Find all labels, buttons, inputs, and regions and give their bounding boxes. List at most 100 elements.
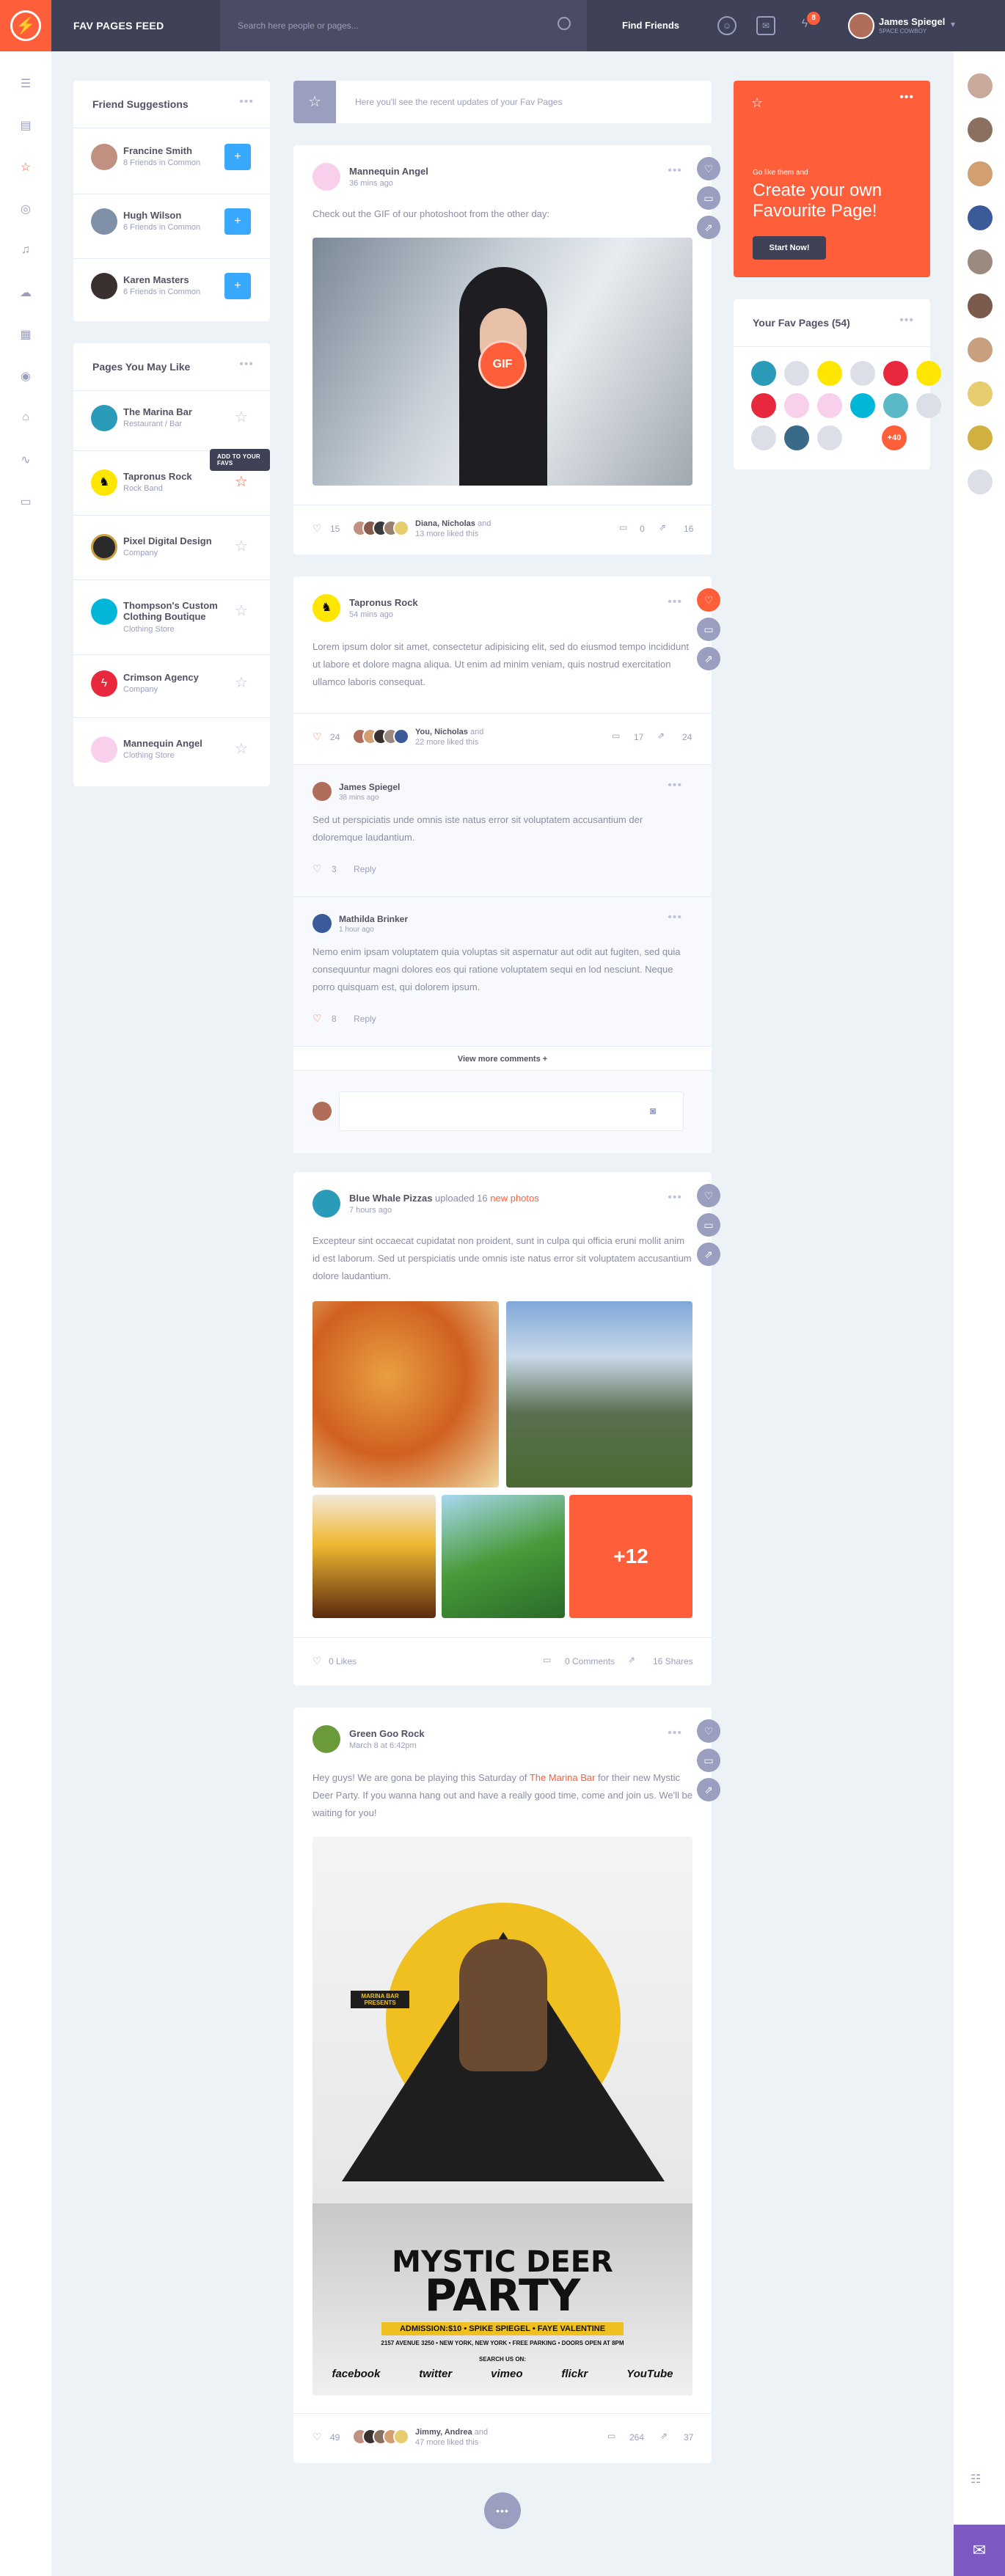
more-icon[interactable]: ••• [668, 164, 682, 178]
comment-action-icon[interactable]: ▭ [697, 1213, 720, 1237]
page-name[interactable]: Crimson Agency [123, 672, 199, 683]
camera-icon[interactable]: ◙ [650, 1105, 656, 1116]
more-photos-button[interactable]: +12 [569, 1495, 692, 1618]
photo-pizza[interactable] [313, 1301, 499, 1488]
friend-avatar[interactable] [968, 73, 993, 98]
page-name[interactable]: Tapronus Rock [123, 471, 192, 482]
fav-page-avatar[interactable] [883, 393, 908, 418]
star-icon[interactable]: ☆ [17, 160, 34, 175]
post-author[interactable]: Tapronus Rock [349, 597, 418, 608]
comments-icon[interactable]: ▭ [612, 731, 620, 741]
more-icon[interactable]: ••• [239, 358, 254, 371]
newsfeed-icon[interactable]: ▤ [17, 118, 34, 133]
badge-icon[interactable]: ◉ [17, 369, 34, 384]
fav-page-avatar[interactable] [883, 361, 908, 386]
photo-burger[interactable] [313, 1495, 436, 1618]
heart-icon[interactable]: ♡ [313, 863, 322, 875]
heart-icon[interactable]: ♡ [313, 1012, 322, 1025]
avatar[interactable] [91, 405, 117, 431]
comment-author[interactable]: James Spiegel [339, 782, 400, 792]
avatar[interactable] [313, 782, 332, 801]
start-now-button[interactable]: Start Now! [753, 236, 826, 260]
star-icon[interactable]: ☆ [235, 537, 248, 555]
post-author[interactable]: Blue Whale Pizzas [349, 1193, 432, 1204]
chat-button-icon[interactable]: ✉ [954, 2525, 1005, 2576]
share-action-icon[interactable]: ⇗ [697, 1243, 720, 1266]
party-poster-image[interactable]: MARINA BAR PRESENTS MYSTIC DEER PARTY AD… [313, 1837, 692, 2396]
share-icon[interactable]: ⇗ [628, 1655, 635, 1665]
manage-widgets-icon[interactable]: ▭ [17, 494, 34, 509]
more-fav-pages-button[interactable]: +40 [882, 425, 907, 450]
avatar[interactable]: ♞ [313, 594, 340, 622]
headphones-icon[interactable]: ♫ [17, 244, 34, 258]
fav-page-avatar[interactable] [751, 361, 776, 386]
comment-input[interactable] [339, 1091, 684, 1131]
load-more-button[interactable]: ••• [484, 2492, 521, 2529]
fav-page-avatar[interactable] [850, 393, 875, 418]
friend-name[interactable]: Francine Smith [123, 145, 192, 156]
fav-page-avatar[interactable] [850, 361, 875, 386]
heart-icon[interactable]: ♡ [313, 1655, 322, 1667]
friend-avatar[interactable] [968, 205, 993, 230]
fav-page-avatar[interactable] [784, 361, 809, 386]
page-name[interactable]: Pixel Digital Design [123, 535, 212, 546]
share-icon[interactable]: ⇗ [660, 2431, 668, 2441]
find-friends-link[interactable]: Find Friends [622, 0, 679, 51]
heart-action-icon[interactable]: ♡ [697, 157, 720, 180]
comment-action-icon[interactable]: ▭ [697, 618, 720, 641]
liked-names[interactable]: Diana, Nicholas [415, 519, 475, 528]
stats-icon[interactable]: ∿ [17, 453, 34, 467]
fav-page-avatar[interactable] [817, 361, 842, 386]
photo-mountains[interactable] [506, 1301, 692, 1488]
fav-page-avatar[interactable] [817, 393, 842, 418]
comments-icon[interactable]: ▭ [619, 522, 627, 533]
post-author[interactable]: Green Goo Rock [349, 1728, 425, 1739]
avatar[interactable] [313, 1190, 340, 1218]
comment-action-icon[interactable]: ▭ [697, 186, 720, 210]
logo[interactable]: ⚡ [0, 0, 51, 51]
photo-palm[interactable] [442, 1495, 565, 1618]
share-action-icon[interactable]: ⇗ [697, 647, 720, 670]
liked-names[interactable]: Jimmy, Andrea [415, 2428, 472, 2437]
gif-play-button[interactable]: GIF [478, 340, 527, 389]
avatar[interactable] [91, 144, 117, 170]
star-icon[interactable]: ☆ [235, 739, 248, 758]
fav-page-avatar[interactable] [751, 425, 776, 450]
settings-list-icon[interactable]: ☷ [971, 2472, 981, 2487]
friend-avatar[interactable] [968, 249, 993, 274]
user-name[interactable]: James Spiegel [879, 16, 945, 27]
more-icon[interactable]: ••• [668, 596, 682, 609]
page-name[interactable]: Mannequin Angel [123, 738, 202, 749]
friend-avatar[interactable] [968, 425, 993, 450]
star-icon[interactable]: ☆ [235, 408, 248, 426]
chat-messages-icon[interactable]: ✉ [756, 16, 775, 35]
market-icon[interactable]: ⌂ [17, 411, 34, 425]
friend-avatar[interactable] [968, 161, 993, 186]
view-more-comments-link[interactable]: View more comments + [293, 1046, 712, 1071]
star-icon[interactable]: ☆ [235, 673, 248, 692]
friend-avatar[interactable] [968, 381, 993, 406]
friends-icon[interactable]: ◎ [17, 202, 34, 216]
avatar[interactable] [313, 163, 340, 191]
friend-avatar[interactable] [968, 337, 993, 362]
heart-action-icon[interactable]: ♡ [697, 588, 720, 612]
chevron-down-icon[interactable]: ▾ [951, 19, 955, 29]
heart-icon[interactable]: ♡ [313, 2431, 322, 2443]
fav-page-avatar[interactable] [784, 425, 809, 450]
search-input[interactable]: Search here people or pages... [220, 0, 587, 51]
happy-face-icon[interactable]: ☺ [717, 16, 737, 35]
friend-avatar[interactable] [968, 469, 993, 494]
comment-action-icon[interactable]: ▭ [697, 1749, 720, 1772]
comments-icon[interactable]: ▭ [543, 1655, 551, 1665]
avatar[interactable] [91, 208, 117, 235]
more-icon[interactable]: ••• [239, 95, 254, 109]
avatar[interactable] [313, 1725, 340, 1753]
more-icon[interactable]: ••• [668, 911, 682, 924]
avatar[interactable] [848, 12, 874, 39]
more-icon[interactable]: ••• [668, 1191, 682, 1204]
add-friend-button[interactable]: + [224, 208, 251, 235]
avatar[interactable] [91, 599, 117, 625]
more-icon[interactable]: ••• [899, 314, 914, 327]
heart-icon[interactable]: ♡ [313, 731, 322, 743]
share-icon[interactable]: ⇗ [657, 731, 665, 741]
